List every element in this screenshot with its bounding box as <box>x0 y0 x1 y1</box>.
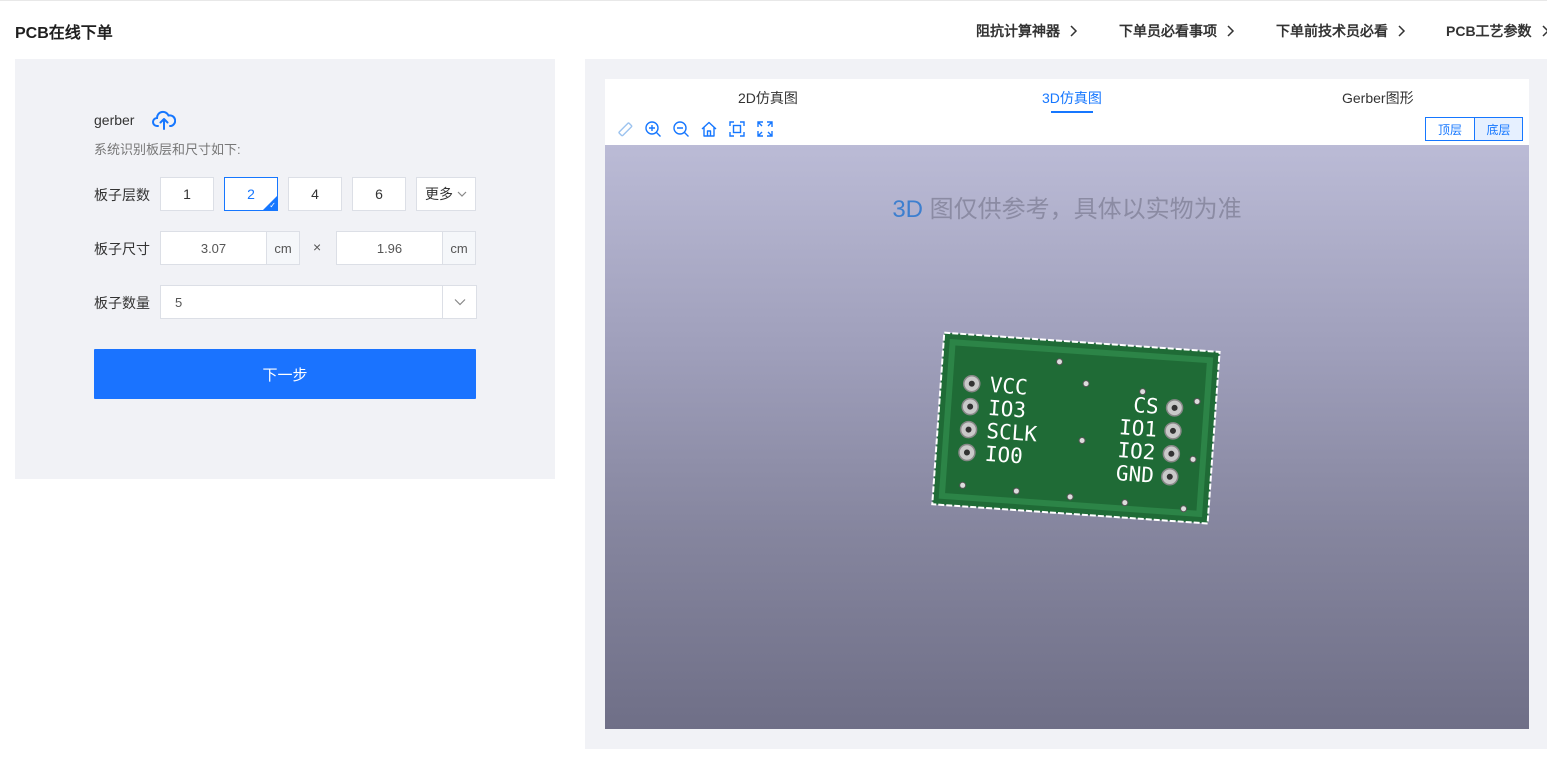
pcb-silkscreen-label-right: CS <box>1133 393 1160 419</box>
disclaimer-highlight: 3D <box>892 196 923 223</box>
pcb-silkscreen-label-right: GND <box>1115 461 1155 488</box>
gerber-label: gerber <box>94 112 135 128</box>
order-form-panel: gerber 系统识别板层和尺寸如下: 板子层数 1 2 ✓ 4 6 更多 板子… <box>15 59 555 479</box>
system-detect-text: 系统识别板层和尺寸如下: <box>94 142 241 157</box>
layer-toggle: 顶层 底层 <box>1425 117 1523 141</box>
page-header: PCB在线下单 阻抗计算神器 下单员必看事项 下单前技术员必看 PCB工艺参数 <box>0 1 1547 58</box>
nav-link-pcb-process[interactable]: PCB工艺参数 <box>1446 21 1547 41</box>
tab-gerber[interactable]: Gerber图形 <box>1342 88 1414 108</box>
layer-option-6[interactable]: 6 <box>352 177 406 211</box>
home-icon[interactable] <box>700 120 718 138</box>
unit-label: cm <box>274 240 292 256</box>
board-height-value: 1.96 <box>376 240 403 256</box>
layer-option-1[interactable]: 1 <box>160 177 214 211</box>
header-nav: 阻抗计算神器 下单员必看事项 下单前技术员必看 PCB工艺参数 <box>0 21 1547 41</box>
pcb-viewer: 2D仿真图 3D仿真图 Gerber图形 顶层 底层 3D 图仅供参考，具体以实… <box>605 79 1529 729</box>
zoom-in-icon[interactable] <box>644 120 662 138</box>
board-width-value: 3.07 <box>200 240 227 256</box>
width-unit: cm <box>266 231 300 265</box>
quantity-select[interactable]: 5 <box>160 285 477 319</box>
layer-option-label: 4 <box>311 186 319 202</box>
zoom-out-icon[interactable] <box>672 120 690 138</box>
size-label: 板子尺寸 <box>94 241 150 257</box>
nav-link-technician-notes[interactable]: 下单前技术员必看 <box>1276 21 1406 41</box>
board-width-input[interactable]: 3.07 <box>160 231 267 265</box>
nav-link-label: 阻抗计算神器 <box>976 23 1060 39</box>
quantity-label: 板子数量 <box>94 295 150 311</box>
board-height-input[interactable]: 1.96 <box>336 231 443 265</box>
layer-option-4[interactable]: 4 <box>288 177 342 211</box>
chevron-right-icon <box>1070 25 1078 37</box>
nav-link-label: 下单员必看事项 <box>1119 23 1217 39</box>
layer-option-label: 2 <box>247 186 255 202</box>
more-label: 更多 <box>425 186 453 202</box>
layer-option-label: 1 <box>183 186 191 202</box>
layer-option-2[interactable]: 2 ✓ <box>224 177 278 211</box>
next-step-button[interactable]: 下一步 <box>94 349 476 399</box>
layer-option-label: 6 <box>375 186 383 202</box>
quantity-value: 5 <box>175 295 183 310</box>
active-tab-indicator <box>1051 111 1093 113</box>
nav-link-label: 下单前技术员必看 <box>1276 23 1388 39</box>
tab-3d-preview[interactable]: 3D仿真图 <box>1042 88 1102 108</box>
nav-link-order-notes[interactable]: 下单员必看事项 <box>1119 21 1235 41</box>
viewer-tabs: 2D仿真图 3D仿真图 Gerber图形 <box>605 79 1529 115</box>
height-unit: cm <box>442 231 476 265</box>
unit-label: cm <box>450 240 468 256</box>
chevron-right-icon <box>1227 25 1235 37</box>
ruler-icon[interactable] <box>616 120 634 138</box>
bottom-layer-button[interactable]: 底层 <box>1474 118 1522 140</box>
fit-icon[interactable] <box>728 120 746 138</box>
more-layers-dropdown[interactable]: 更多 <box>416 177 476 211</box>
disclaimer-text: 图仅供参考，具体以实物为准 <box>923 196 1242 223</box>
layers-label: 板子层数 <box>94 187 150 203</box>
check-icon: ✓ <box>269 201 276 210</box>
top-layer-button[interactable]: 顶层 <box>1426 118 1474 140</box>
chevron-right-icon <box>1398 25 1406 37</box>
viewer-toolbar: 顶层 底层 <box>605 115 1529 145</box>
preview-panel: 2D仿真图 3D仿真图 Gerber图形 顶层 底层 3D 图仅供参考，具体以实… <box>585 59 1547 749</box>
cloud-upload-icon[interactable] <box>152 109 176 131</box>
preview-disclaimer: 3D 图仅供参考，具体以实物为准 <box>605 189 1529 224</box>
chevron-down-icon <box>457 191 467 197</box>
3d-canvas[interactable]: 3D 图仅供参考，具体以实物为准 VCC IO3 SCLK IO0 CS IO1… <box>605 145 1529 729</box>
quantity-dropdown-toggle[interactable] <box>442 286 476 318</box>
chevron-right-icon <box>1542 25 1547 37</box>
fullscreen-icon[interactable] <box>756 120 774 138</box>
pcb-board-render: VCCIO3SCLKIO0CSIO1IO2GND <box>931 331 1221 525</box>
pcb-silkscreen-label-left: IO0 <box>984 442 1024 469</box>
tab-2d-preview[interactable]: 2D仿真图 <box>738 88 798 108</box>
nav-link-impedance-calculator[interactable]: 阻抗计算神器 <box>976 21 1078 41</box>
chevron-down-icon <box>454 299 465 306</box>
times-sign: × <box>313 239 322 255</box>
nav-link-label: PCB工艺参数 <box>1446 23 1532 39</box>
